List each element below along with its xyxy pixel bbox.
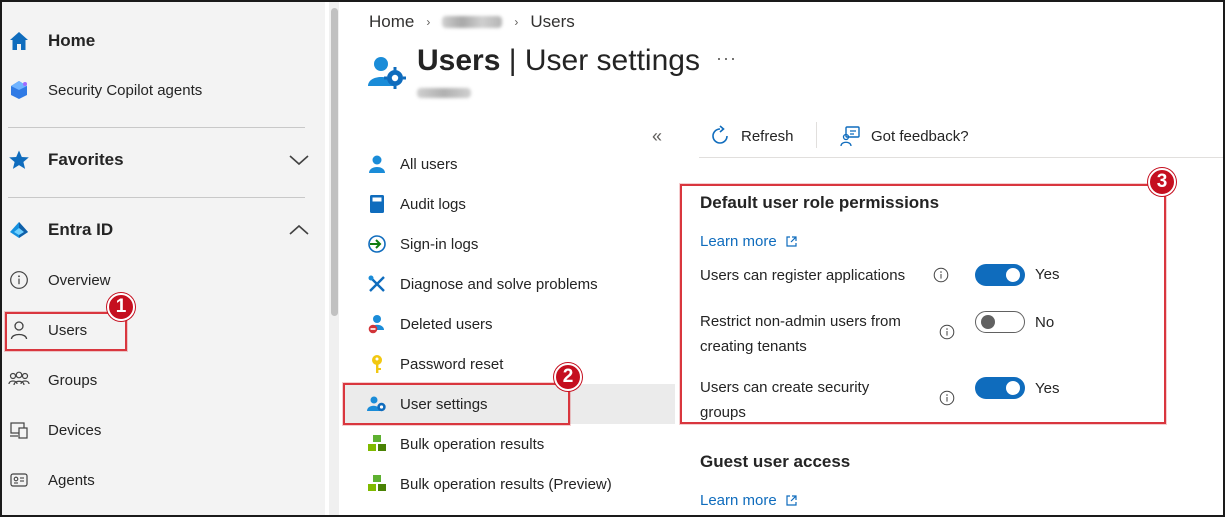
refresh-button[interactable]: Refresh <box>709 120 794 152</box>
page-title-rest: User settings <box>524 44 700 77</box>
feedback-button[interactable]: Got feedback? <box>839 120 969 152</box>
nav-security-copilot[interactable]: Security Copilot agents <box>2 70 325 110</box>
page-subtitle-redacted <box>417 88 471 98</box>
devices-icon <box>8 419 30 441</box>
breadcrumb-home[interactable]: Home <box>369 12 414 32</box>
nav-home[interactable]: Home <box>2 21 325 61</box>
external-link-icon <box>786 495 797 506</box>
chevron-right-icon: › <box>426 15 431 29</box>
subnav-audit-logs[interactable]: Audit logs <box>345 184 675 224</box>
nav-divider <box>8 127 305 128</box>
nav-agents-label: Agents <box>48 471 95 489</box>
annotation-badge-3: 3 <box>1148 168 1176 196</box>
nav-copilot-label: Security Copilot agents <box>48 81 203 99</box>
subnav-bulk-results[interactable]: Bulk operation results <box>345 424 675 464</box>
nav-agents[interactable]: Agents <box>2 460 325 500</box>
refresh-label: Refresh <box>741 127 794 145</box>
chevron-up-icon[interactable] <box>288 219 310 241</box>
nav-devices-label: Devices <box>48 421 102 439</box>
subnav-label: Deleted users <box>400 315 493 333</box>
nav-overview-label: Overview <box>48 271 111 289</box>
nav-home-label: Home <box>48 31 96 50</box>
nav-favorites-label: Favorites <box>48 150 124 169</box>
subnav-deleted-users[interactable]: Deleted users <box>345 304 675 344</box>
bulk-icon <box>368 435 386 451</box>
subnav-label: Bulk operation results (Preview) <box>400 475 612 493</box>
screenshot-frame: Home Security Copilot agents Favorites E… <box>0 0 1225 517</box>
chevron-right-icon: › <box>514 15 519 29</box>
nav-scroll-thumb[interactable] <box>331 8 338 316</box>
subnav-bulk-results-preview[interactable]: Bulk operation results (Preview) <box>345 464 675 504</box>
home-icon <box>8 30 30 52</box>
star-icon <box>8 149 30 171</box>
wrench-icon <box>368 275 385 292</box>
annotation-box-permissions <box>680 184 1166 424</box>
section-title-guest-access: Guest user access <box>700 452 851 471</box>
nav-groups-label: Groups <box>48 371 98 389</box>
person-icon <box>369 155 385 173</box>
learn-more-label: Learn more <box>700 492 777 509</box>
nav-groups[interactable]: Groups <box>2 360 325 400</box>
feedback-label: Got feedback? <box>871 127 969 145</box>
people-group-icon <box>8 369 30 391</box>
agent-card-icon <box>8 469 30 491</box>
bulk-icon <box>368 475 386 491</box>
nav-favorites[interactable]: Favorites <box>2 140 325 180</box>
annotation-badge-2: 2 <box>554 363 582 391</box>
sign-in-icon <box>368 235 386 253</box>
breadcrumb-tenant-redacted[interactable] <box>442 16 503 28</box>
nav-entra-id[interactable]: Entra ID <box>2 210 325 250</box>
subnav-password-reset[interactable]: Password reset <box>345 344 675 384</box>
chevron-down-icon[interactable] <box>288 149 310 171</box>
feedback-icon <box>840 126 860 147</box>
nav-devices[interactable]: Devices <box>2 410 325 450</box>
page-title: Users | User settings <box>417 44 700 78</box>
subnav-sign-in-logs[interactable]: Sign-in logs <box>345 224 675 264</box>
subnav-label: All users <box>400 155 458 173</box>
left-navigation: Home Security Copilot agents Favorites E… <box>2 2 325 515</box>
refresh-icon <box>712 125 728 144</box>
info-icon <box>8 269 30 291</box>
learn-more-link-guest[interactable]: Learn more <box>700 492 798 509</box>
subnav-label: Password reset <box>400 355 504 373</box>
page-title-bold: Users <box>417 44 501 77</box>
breadcrumb: Home › › Users <box>369 12 575 32</box>
nav-divider <box>8 197 305 198</box>
copilot-icon <box>8 79 30 101</box>
nav-entra-label: Entra ID <box>48 220 114 239</box>
annotation-box-user-settings <box>343 383 570 425</box>
book-icon <box>370 195 384 213</box>
key-icon <box>372 355 382 373</box>
annotation-badge-1: 1 <box>107 293 135 321</box>
entra-id-icon <box>8 219 30 241</box>
toolbar-divider <box>816 122 817 148</box>
breadcrumb-users[interactable]: Users <box>530 12 574 32</box>
subnav-label: Sign-in logs <box>400 235 479 253</box>
subnav-all-users[interactable]: All users <box>345 144 675 184</box>
subnav-label: Audit logs <box>400 195 466 213</box>
subnav-label: Diagnose and solve problems <box>400 275 598 293</box>
subnav-label: Bulk operation results <box>400 435 545 453</box>
user-settings-header-icon <box>368 57 406 89</box>
nav-overview[interactable]: Overview <box>2 260 325 300</box>
page-title-separator: | <box>500 44 525 77</box>
command-bar: Refresh Got feedback? <box>699 120 1223 158</box>
deleted-user-icon <box>368 315 384 334</box>
subnav-diagnose[interactable]: Diagnose and solve problems <box>345 264 675 304</box>
more-options-icon[interactable]: ··· <box>716 48 737 69</box>
annotation-box-users <box>5 312 127 351</box>
